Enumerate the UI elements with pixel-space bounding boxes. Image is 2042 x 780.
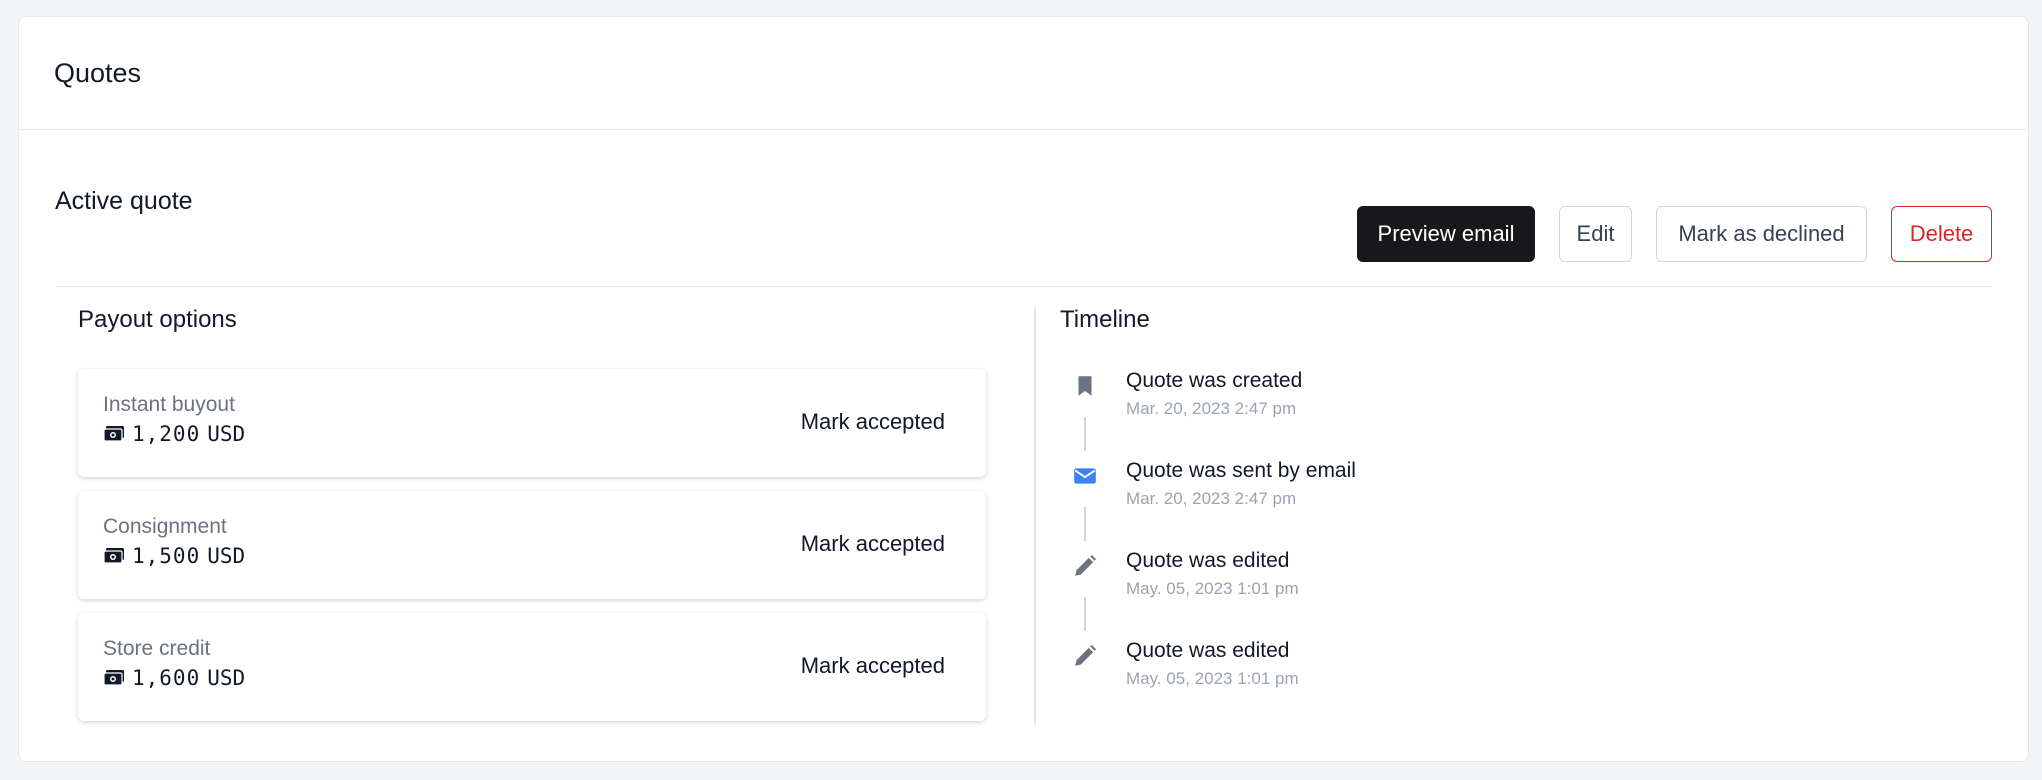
timeline-title: Timeline	[1060, 306, 1150, 333]
currency: USD	[207, 422, 246, 446]
option-name: Consignment	[103, 515, 227, 538]
timeline-event-title: Quote was sent by email	[1126, 459, 1356, 482]
timeline-connector	[1084, 597, 1086, 631]
timeline-event-date: Mar. 20, 2023 2:47 pm	[1126, 399, 1297, 418]
bookmark-icon	[1078, 376, 1092, 396]
mark-declined-button[interactable]: Mark as declined	[1656, 206, 1867, 262]
amount-value: 1,200	[132, 422, 201, 446]
option-amount: 1,600 USD	[103, 666, 245, 690]
pencil-icon	[1075, 554, 1097, 576]
currency: USD	[207, 544, 246, 568]
money-icon	[103, 548, 124, 564]
active-quote-title: Active quote	[55, 187, 193, 215]
active-quote-header: Active quote Preview email Edit Mark as …	[55, 130, 1992, 287]
timeline-event-date: Mar. 20, 2023 2:47 pm	[1126, 489, 1297, 508]
payout-options-section: Payout options Instant buyout 1,200 USD …	[60, 306, 986, 721]
timeline-connector	[1084, 417, 1086, 451]
timeline-event-title: Quote was edited	[1126, 549, 1290, 572]
money-icon	[103, 670, 124, 686]
timeline-event-date: May. 05, 2023 1:01 pm	[1126, 579, 1299, 598]
timeline-event: Quote was edited May. 05, 2023 1:01 pm	[1060, 639, 1960, 699]
option-amount: 1,500 USD	[103, 544, 245, 568]
mark-accepted-button[interactable]: Mark accepted	[801, 653, 945, 679]
delete-button[interactable]: Delete	[1891, 206, 1992, 262]
page-title: Quotes	[54, 57, 142, 88]
option-name: Store credit	[103, 637, 211, 660]
currency: USD	[207, 666, 246, 690]
timeline-event: Quote was created Mar. 20, 2023 2:47 pm	[1060, 369, 1960, 451]
timeline-section: Timeline Quote was created Mar. 20, 2023…	[1060, 306, 1960, 688]
envelope-icon	[1074, 468, 1096, 484]
payout-option-consignment: Consignment 1,500 USD Mark accepted	[78, 491, 986, 599]
mark-accepted-button[interactable]: Mark accepted	[801, 531, 945, 557]
card-header: Quotes	[19, 17, 2028, 130]
quote-actions: Preview email Edit Mark as declined Dele…	[1357, 206, 1992, 262]
preview-email-button[interactable]: Preview email	[1357, 206, 1535, 262]
section-divider	[1034, 307, 1036, 725]
mark-accepted-button[interactable]: Mark accepted	[801, 409, 945, 435]
edit-button[interactable]: Edit	[1559, 206, 1632, 262]
option-name: Instant buyout	[103, 393, 235, 416]
timeline-event: Quote was edited May. 05, 2023 1:01 pm	[1060, 549, 1960, 631]
timeline-event-title: Quote was created	[1126, 369, 1303, 392]
pencil-icon	[1075, 644, 1097, 666]
payout-option-instant-buyout: Instant buyout 1,200 USD Mark accepted	[78, 369, 986, 477]
money-icon	[103, 426, 124, 442]
option-amount: 1,200 USD	[103, 422, 245, 446]
payout-options-title: Payout options	[78, 306, 237, 333]
amount-value: 1,500	[132, 544, 201, 568]
payout-option-store-credit: Store credit 1,600 USD Mark accepted	[78, 613, 986, 721]
timeline-event-title: Quote was edited	[1126, 639, 1290, 662]
timeline-connector	[1084, 507, 1086, 541]
timeline-event-date: May. 05, 2023 1:01 pm	[1126, 669, 1299, 688]
timeline-event: Quote was sent by email Mar. 20, 2023 2:…	[1060, 459, 1960, 541]
amount-value: 1,600	[132, 666, 201, 690]
